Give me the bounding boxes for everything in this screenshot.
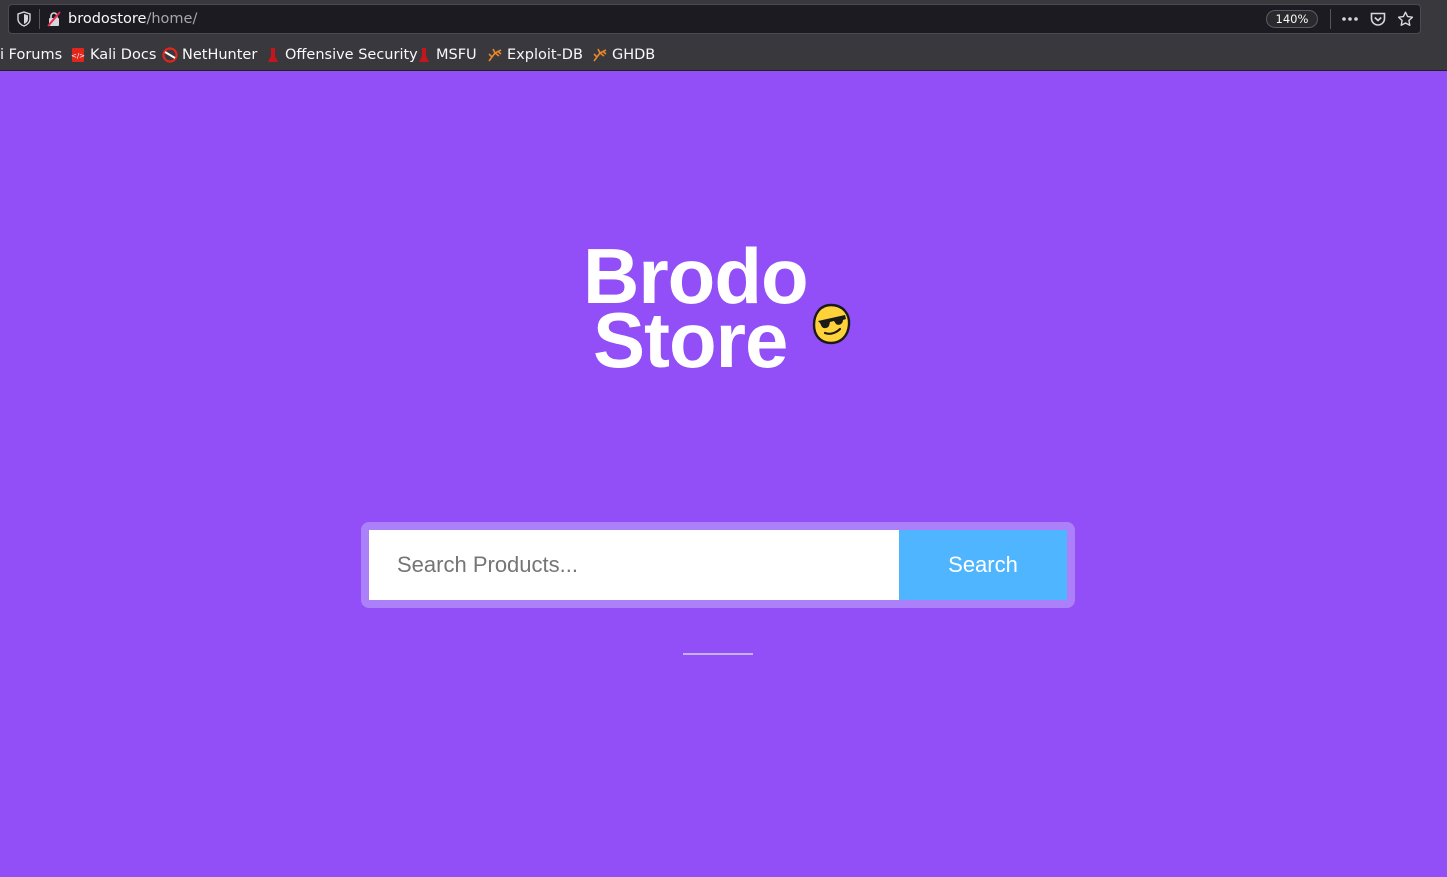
svg-text:</>: </>	[71, 52, 85, 60]
nethunter-icon	[162, 46, 178, 63]
msfu-icon	[419, 47, 429, 62]
bookmark-kali-docs[interactable]: </> Kali Docs	[70, 38, 157, 70]
pocket-icon[interactable]	[1368, 10, 1388, 28]
bookmarks-toolbar: i Forums </> Kali Docs NetHunter Offensi…	[0, 38, 1447, 71]
bookmark-ghdb[interactable]: GHDB	[592, 38, 656, 70]
bookmark-label: GHDB	[612, 46, 656, 63]
tracking-protection-shield-icon[interactable]	[17, 11, 31, 27]
zoom-level-badge[interactable]: 140%	[1266, 10, 1318, 28]
bookmark-msfu[interactable]: MSFU	[416, 38, 477, 70]
exploitdb-icon	[488, 48, 502, 61]
address-bar-separator	[39, 9, 40, 29]
more-icon[interactable]	[1340, 10, 1360, 28]
product-search-form: Search	[361, 522, 1075, 608]
bookmark-label: Kali Docs	[90, 46, 157, 63]
brodo-store-logo: Brodo Store	[583, 234, 855, 384]
sunglasses-emoji-icon	[812, 303, 851, 345]
bookmark-nethunter[interactable]: NetHunter	[162, 38, 258, 70]
bookmark-label: i Forums	[0, 46, 63, 63]
url-path: /home/	[146, 11, 198, 27]
bookmark-label: Exploit-DB	[507, 46, 583, 63]
bookmark-label: Offensive Security	[285, 46, 418, 63]
bookmark-label: MSFU	[436, 46, 477, 63]
url-text[interactable]: brodostore/home/	[68, 10, 197, 28]
bookmark-exploit-db[interactable]: Exploit-DB	[487, 38, 583, 70]
insecure-connection-icon[interactable]	[46, 11, 62, 27]
address-bar[interactable]: brodostore/home/ 140%	[8, 4, 1421, 34]
bookmark-offensive-security[interactable]: Offensive Security	[265, 38, 418, 70]
address-bar-separator	[1330, 9, 1331, 29]
bookmark-label: NetHunter	[182, 46, 258, 63]
bookmark-kali-forums[interactable]: i Forums	[0, 38, 63, 70]
ghdb-icon	[593, 48, 607, 61]
logo-line-store: Store	[593, 296, 788, 384]
kali-docs-icon: </>	[71, 47, 85, 62]
offsec-icon	[268, 47, 278, 62]
bookmark-star-icon[interactable]	[1395, 10, 1415, 28]
search-button[interactable]: Search	[899, 530, 1067, 600]
browser-toolbar: brodostore/home/ 140%	[0, 0, 1447, 38]
search-input[interactable]	[369, 530, 899, 600]
divider	[683, 653, 753, 655]
url-host: brodostore	[68, 11, 147, 27]
